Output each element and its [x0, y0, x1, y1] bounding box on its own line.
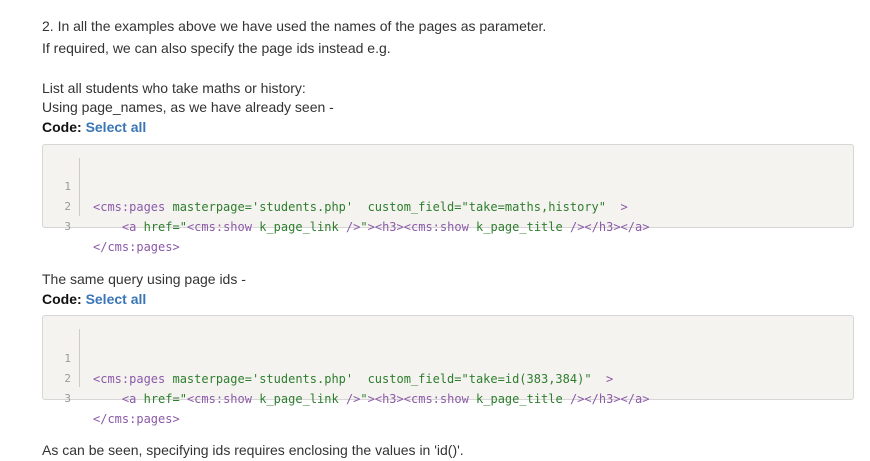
- line-number: 3: [64, 220, 71, 233]
- section2-line-1: The same query using page ids -: [42, 271, 246, 287]
- select-all-link[interactable]: Select all: [86, 291, 147, 307]
- select-all-link[interactable]: Select all: [86, 119, 147, 135]
- intro-line-1: 2. In all the examples above we have use…: [42, 18, 547, 34]
- code-line: 2 <a href="<cms:show k_page_link />"><h3…: [43, 349, 853, 406]
- code-line: 1 <cms:pages masterpage='students.php' c…: [43, 329, 853, 386]
- code-line: 2 <a href="<cms:show k_page_link />"><h3…: [43, 177, 853, 234]
- code-block: 1 <cms:pages masterpage='students.php' c…: [42, 315, 854, 426]
- code-line: 3 </cms:pages>: [43, 197, 853, 254]
- intro-line-2: If required, we can also specify the pag…: [42, 40, 391, 56]
- section1-line-2: Using page_names, as we have already see…: [42, 99, 334, 115]
- section1-line-1: List all students who take maths or hist…: [42, 80, 306, 96]
- section2-code-header: Code: Select all: [42, 289, 146, 309]
- outro-line-1: As can be seen, specifying ids requires …: [42, 442, 464, 458]
- code-label: Code:: [42, 119, 82, 135]
- code-line: 3 </cms:pages>: [43, 369, 853, 426]
- line-number: 3: [64, 392, 71, 405]
- code-block: 1 <cms:pages masterpage='students.php' c…: [42, 144, 854, 254]
- section1-code-header: Code: Select all: [42, 117, 146, 137]
- code-label: Code:: [42, 291, 82, 307]
- code-line: 1 <cms:pages masterpage='students.php' c…: [43, 157, 853, 214]
